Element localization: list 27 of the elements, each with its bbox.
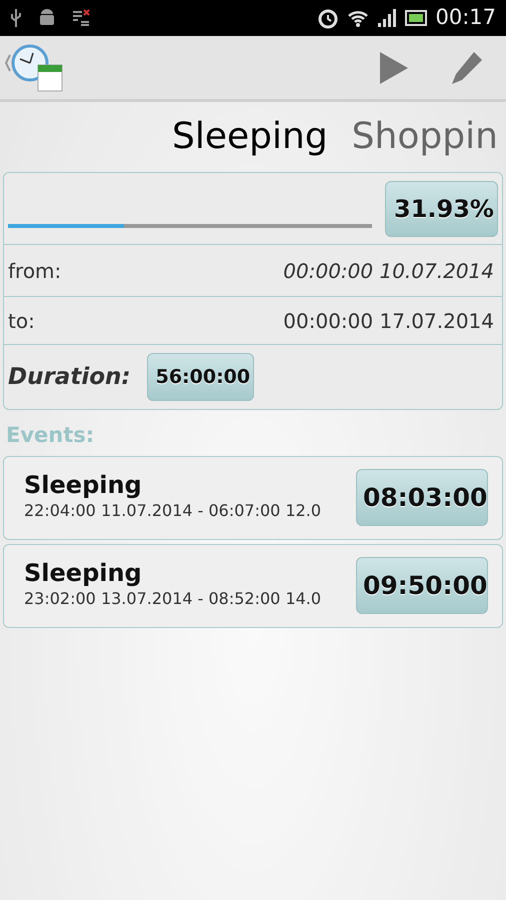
event-duration-button[interactable]: 09:50:00 — [356, 557, 488, 614]
alarm-icon — [317, 7, 340, 29]
event-card[interactable]: Sleeping 23:02:00 13.07.2014 - 08:52:00 14.0 09:50:00 — [3, 544, 503, 628]
play-icon — [380, 52, 408, 84]
notification-icon — [72, 9, 90, 27]
field-label: to: — [8, 308, 35, 334]
signal-icon — [377, 8, 398, 28]
section-heading: Events: — [5, 422, 96, 449]
usb-icon — [10, 8, 22, 28]
date-value: 00:00:00 10.07.2014 — [283, 258, 494, 284]
tab[interactable]: Sleeping — [172, 110, 328, 164]
status-time: 00:17 — [435, 4, 496, 32]
android-icon — [38, 8, 56, 28]
wifi-icon — [347, 8, 370, 28]
battery-icon — [405, 9, 428, 27]
event-time-range: 22:04:00 11.07.2014 - 06:07:00 12.0 — [24, 500, 322, 522]
event-card[interactable]: Sleeping 22:04:00 11.07.2014 - 06:07:00 12.0 08:03:00 — [3, 456, 503, 540]
tab[interactable]: Shoppin — [352, 110, 498, 164]
event-title: Sleeping — [24, 560, 143, 587]
duration-button[interactable]: 56:00:00 — [146, 353, 254, 401]
event-title: Sleeping — [24, 472, 143, 499]
percent-button[interactable]: 31.93% — [385, 180, 498, 236]
field-label: from: — [8, 258, 62, 284]
event-duration-button[interactable]: 08:03:00 — [356, 469, 488, 526]
event-time-range: 23:02:00 13.07.2014 - 08:52:00 14.0 — [24, 588, 322, 610]
duration-label: Duration: — [8, 362, 131, 392]
date-value: 00:00:00 17.07.2014 — [283, 308, 494, 334]
